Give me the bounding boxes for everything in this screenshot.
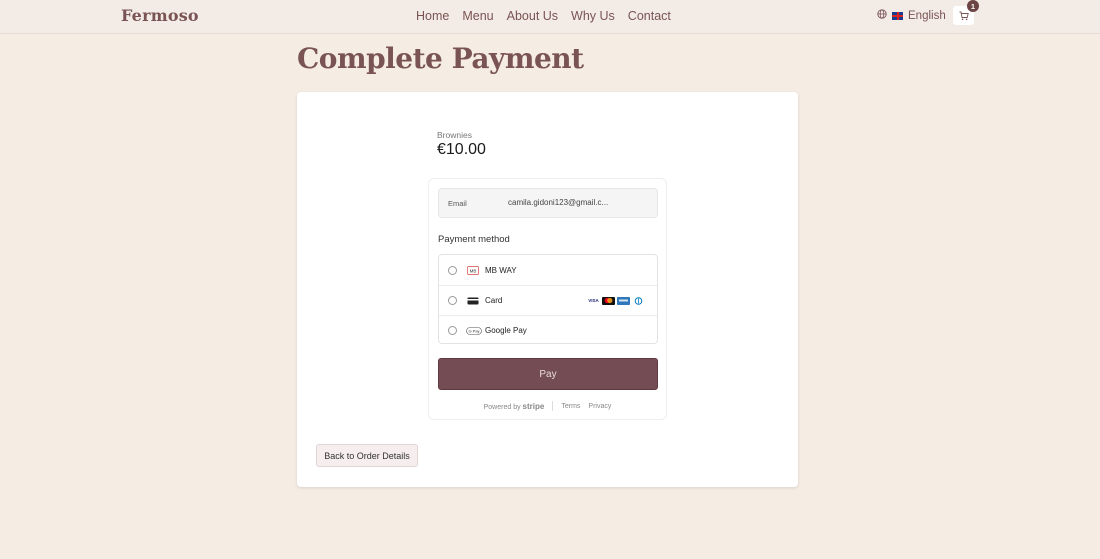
payment-methods-list: MB MB WAY Card VISA G Pay Google Pay — [438, 254, 658, 344]
privacy-link[interactable]: Privacy — [588, 403, 611, 410]
mbway-icon: MB — [467, 265, 479, 275]
card-brands: VISA — [587, 296, 645, 305]
globe-icon — [877, 9, 887, 22]
mastercard-icon — [602, 296, 615, 305]
stripe-checkout: Email camila.gidoni123@gmail.c... Paymen… — [428, 178, 667, 420]
powered-by-stripe[interactable]: Powered by stripe — [484, 402, 545, 411]
nav-about-us[interactable]: About Us — [507, 9, 558, 23]
language-selector[interactable]: English — [877, 9, 946, 22]
powered-by-label: Powered by — [483, 403, 521, 411]
email-value: camila.gidoni123@gmail.c... — [508, 198, 609, 207]
cart-count-badge: 1 — [967, 0, 979, 12]
footer-divider — [552, 401, 554, 411]
payment-card: Brownies €10.00 Email camila.gidoni123@g… — [297, 92, 798, 487]
page-title: Complete Payment — [297, 42, 584, 75]
nav-home[interactable]: Home — [416, 9, 449, 23]
payment-method-title: Payment method — [438, 234, 510, 245]
method-google-pay[interactable]: G Pay Google Pay — [439, 315, 657, 345]
amex-icon — [617, 296, 630, 305]
svg-text:MB: MB — [470, 268, 477, 273]
nav-menu[interactable]: Menu — [462, 9, 493, 23]
method-mbway[interactable]: MB MB WAY — [439, 255, 657, 285]
radio-google-pay[interactable] — [448, 326, 457, 335]
radio-mbway[interactable] — [448, 265, 457, 275]
radio-card[interactable] — [448, 296, 457, 305]
diners-icon — [632, 296, 645, 305]
google-pay-icon: G Pay — [466, 326, 482, 335]
nav-why-us[interactable]: Why Us — [571, 9, 615, 23]
terms-link[interactable]: Terms — [561, 403, 580, 410]
pay-button[interactable]: Pay — [438, 358, 658, 390]
method-card[interactable]: Card VISA — [439, 285, 657, 315]
uk-flag-icon — [892, 11, 903, 20]
product-name: Brownies — [437, 130, 472, 140]
main-nav: Home Menu About Us Why Us Contact — [416, 9, 671, 23]
email-label: Email — [448, 199, 467, 208]
method-label: MB WAY — [485, 265, 517, 275]
card-icon — [467, 297, 479, 305]
method-label: Google Pay — [485, 326, 527, 335]
product-price: €10.00 — [437, 141, 486, 158]
method-label: Card — [485, 296, 503, 305]
visa-icon: VISA — [587, 296, 600, 305]
language-label: English — [908, 9, 946, 22]
back-to-order-details-button[interactable]: Back to Order Details — [316, 444, 418, 467]
brand-logo[interactable]: Fermoso — [121, 6, 199, 25]
top-navbar: Fermoso Home Menu About Us Why Us Contac… — [0, 0, 1100, 34]
svg-text:G Pay: G Pay — [468, 328, 479, 333]
stripe-logo: stripe — [522, 401, 545, 411]
stripe-footer: Powered by stripe Terms Privacy — [429, 401, 666, 411]
email-field[interactable]: Email camila.gidoni123@gmail.c... — [438, 188, 658, 218]
nav-contact[interactable]: Contact — [628, 9, 671, 23]
